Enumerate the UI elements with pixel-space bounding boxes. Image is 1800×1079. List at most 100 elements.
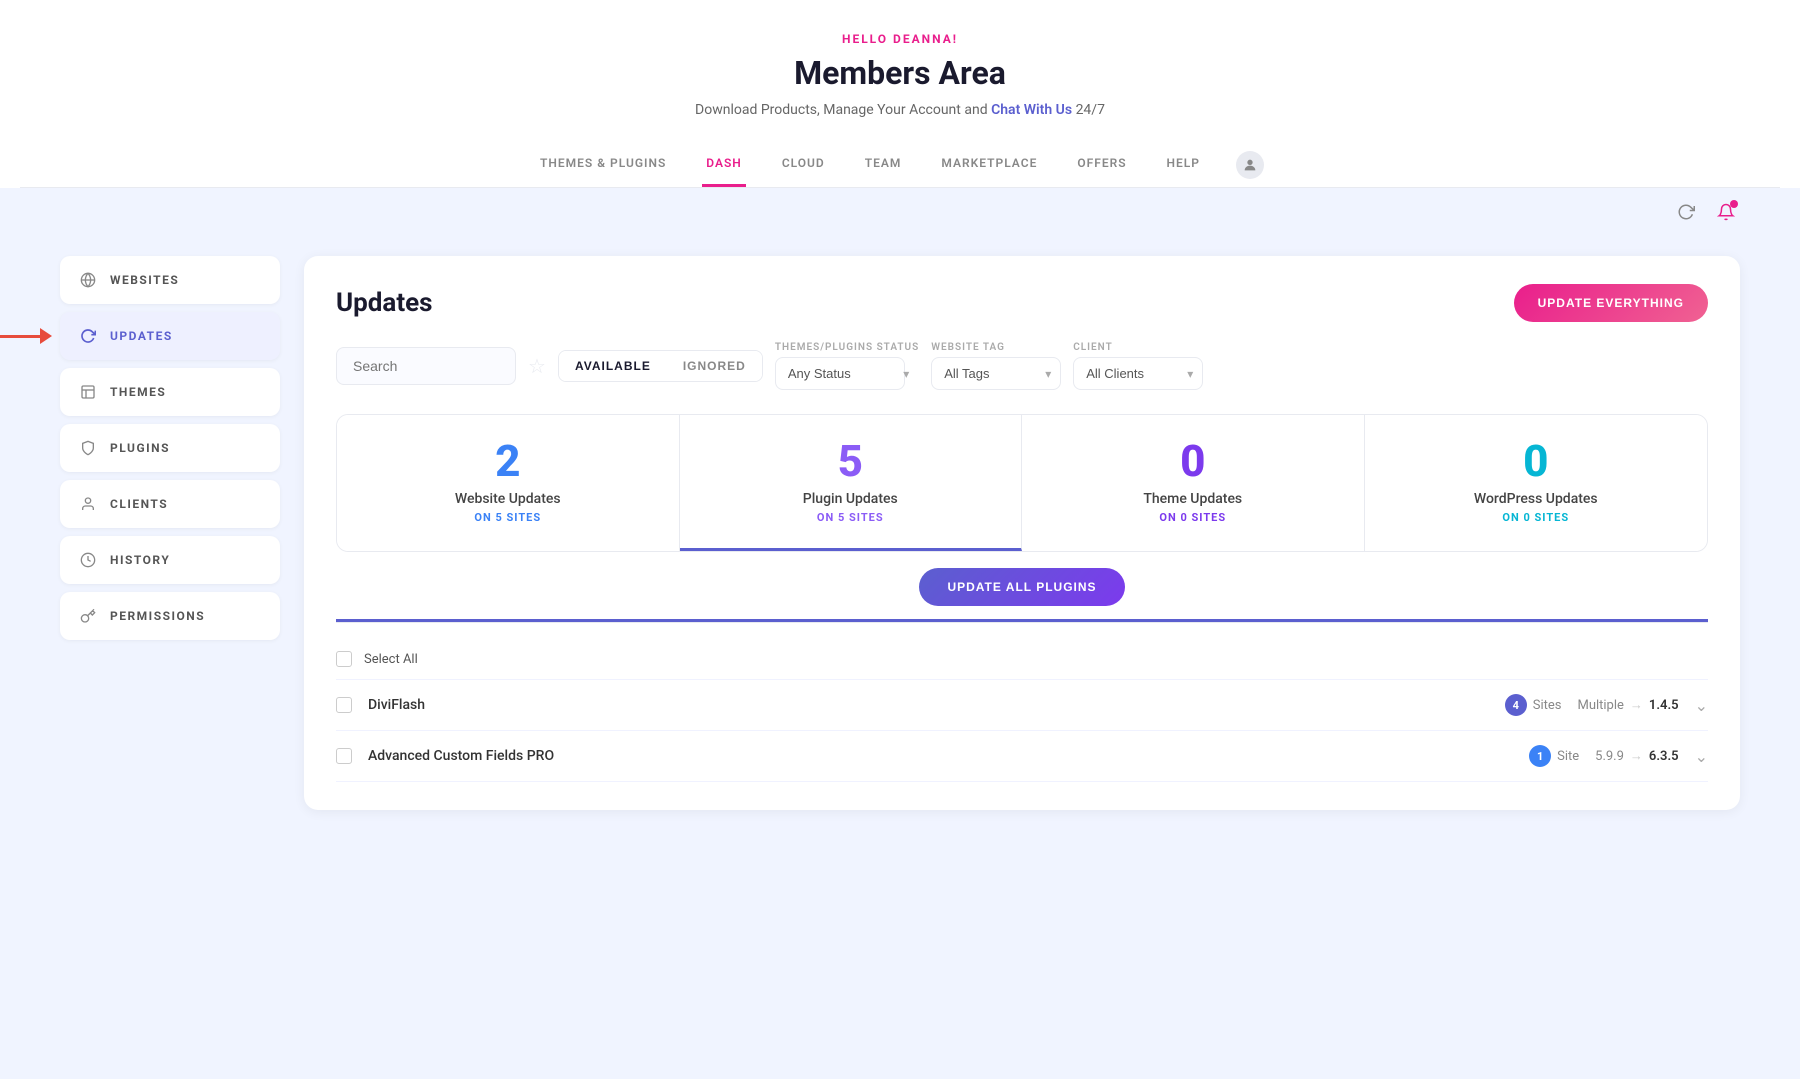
website-updates-label: Website Updates (357, 491, 659, 507)
plugin-acf-version: 5.9.9 → 6.3.5 (1595, 748, 1678, 764)
toggle-ignored[interactable]: IGNORED (667, 351, 762, 381)
sidebar-item-clients[interactable]: CLIENTS (60, 480, 280, 528)
sidebar: WEBSITES UPDATES THEMES PLUGINS (60, 236, 280, 810)
plugin-updates-label: Plugin Updates (700, 491, 1002, 507)
wp-updates-sub: ON 0 SITES (1385, 511, 1688, 524)
nav-help[interactable]: HELP (1163, 142, 1204, 187)
plugin-updates-count: 5 (700, 439, 1002, 483)
select-all-checkbox[interactable] (336, 651, 352, 667)
sidebar-label-plugins: PLUGINS (110, 441, 170, 455)
plugin-diviflash-badge: 4 (1505, 694, 1527, 716)
version-to: 1.4.5 (1649, 698, 1679, 713)
chat-link[interactable]: Chat With Us (991, 102, 1072, 118)
sidebar-label-themes: THEMES (110, 385, 166, 399)
acf-version-to: 6.3.5 (1649, 749, 1679, 764)
sidebar-label-updates: UPDATES (110, 329, 173, 343)
updates-card: Updates UPDATE EVERYTHING ☆ AVAILABLE IG… (304, 256, 1740, 810)
stat-website-updates[interactable]: 2 Website Updates ON 5 SITES (337, 415, 680, 551)
key-icon (78, 606, 98, 626)
hello-greeting: HELLO DEANNA! (20, 32, 1780, 46)
website-updates-count: 2 (357, 439, 659, 483)
clock-icon (78, 550, 98, 570)
status-filter-select[interactable]: Any Status (775, 357, 905, 390)
theme-updates-label: Theme Updates (1042, 491, 1344, 507)
arrow-icon-acf: → (1630, 748, 1643, 764)
update-all-plugins-button[interactable]: UPDATE ALL PLUGINS (919, 568, 1124, 606)
nav-themes-plugins[interactable]: THEMES & PLUGINS (536, 142, 670, 187)
notification-dot (1730, 200, 1738, 208)
filter-row: ☆ AVAILABLE IGNORED THEMES/PLUGINS STATU… (336, 342, 1708, 390)
plugin-acf-checkbox[interactable] (336, 748, 352, 764)
sidebar-item-websites[interactable]: WEBSITES (60, 256, 280, 304)
plugin-acf-badge: 1 (1529, 745, 1551, 767)
website-updates-sub: ON 5 SITES (357, 511, 659, 524)
plugin-diviflash-version: Multiple → 1.4.5 (1577, 697, 1678, 713)
acf-version-from: 5.9.9 (1595, 749, 1624, 764)
status-filter-label: THEMES/PLUGINS STATUS (775, 342, 919, 353)
nav-dash[interactable]: DASH (702, 142, 746, 187)
client-filter-group: CLIENT All Clients (1073, 342, 1203, 390)
nav-offers[interactable]: OFFERS (1073, 142, 1130, 187)
client-filter-label: CLIENT (1073, 342, 1203, 353)
stats-row: 2 Website Updates ON 5 SITES 5 Plugin Up… (336, 414, 1708, 552)
search-input[interactable] (336, 347, 516, 385)
star-filter-icon[interactable]: ☆ (528, 354, 546, 378)
theme-updates-sub: ON 0 SITES (1042, 511, 1344, 524)
layout-icon (78, 382, 98, 402)
sidebar-item-plugins[interactable]: PLUGINS (60, 424, 280, 472)
arrow-icon: → (1630, 697, 1643, 713)
refresh-icon-updates (78, 326, 98, 346)
sidebar-item-updates[interactable]: UPDATES (60, 312, 280, 360)
page-title: Members Area (20, 54, 1780, 92)
plugin-diviflash-sites-label: Sites (1533, 698, 1562, 713)
plugin-acf-name: Advanced Custom Fields PRO (368, 748, 1513, 764)
nav-marketplace[interactable]: MARKETPLACE (937, 142, 1041, 187)
tag-filter-group: WEBSITE TAG All Tags (931, 342, 1061, 390)
subtitle: Download Products, Manage Your Account a… (20, 102, 1780, 118)
plugin-row-acf: Advanced Custom Fields PRO 1 Site 5.9.9 … (336, 731, 1708, 782)
sidebar-item-history[interactable]: HISTORY (60, 536, 280, 584)
update-plugins-area: UPDATE ALL PLUGINS (336, 552, 1708, 623)
stat-wp-updates[interactable]: 0 WordPress Updates ON 0 SITES (1365, 415, 1708, 551)
status-toggle: AVAILABLE IGNORED (558, 350, 763, 382)
notification-icon[interactable] (1712, 198, 1740, 226)
main-content: Updates UPDATE EVERYTHING ☆ AVAILABLE IG… (304, 236, 1740, 810)
select-all-label: Select All (364, 652, 418, 667)
update-everything-button[interactable]: UPDATE EVERYTHING (1514, 284, 1708, 322)
stat-plugin-updates[interactable]: 5 Plugin Updates ON 5 SITES (680, 415, 1023, 551)
client-filter-select[interactable]: All Clients (1073, 357, 1203, 390)
profile-icon[interactable] (1236, 151, 1264, 179)
sidebar-item-themes[interactable]: THEMES (60, 368, 280, 416)
plugin-acf-sites-label: Site (1557, 749, 1579, 764)
plugin-diviflash-checkbox[interactable] (336, 697, 352, 713)
user-icon (78, 494, 98, 514)
toggle-available[interactable]: AVAILABLE (559, 351, 667, 381)
version-from: Multiple (1577, 698, 1623, 713)
sidebar-item-permissions[interactable]: PERMISSIONS (60, 592, 280, 640)
nav-cloud[interactable]: CLOUD (778, 142, 829, 187)
arrow-indicator (0, 328, 52, 344)
sidebar-label-permissions: PERMISSIONS (110, 609, 205, 623)
sidebar-label-history: HISTORY (110, 553, 170, 567)
select-all-row: Select All (336, 639, 1708, 680)
theme-updates-count: 0 (1042, 439, 1344, 483)
plugin-diviflash-sites: 4 Sites (1505, 694, 1562, 716)
expand-icon-acf[interactable]: ⌄ (1695, 747, 1708, 766)
updates-title: Updates (336, 288, 433, 318)
plugin-diviflash-name: DiviFlash (368, 697, 1489, 713)
stat-theme-updates[interactable]: 0 Theme Updates ON 0 SITES (1022, 415, 1365, 551)
plugin-row-diviflash: DiviFlash 4 Sites Multiple → 1.4.5 ⌄ (336, 680, 1708, 731)
wp-updates-label: WordPress Updates (1385, 491, 1688, 507)
globe-icon (78, 270, 98, 290)
shield-icon (78, 438, 98, 458)
expand-icon-diviflash[interactable]: ⌄ (1695, 696, 1708, 715)
nav-team[interactable]: TEAM (861, 142, 906, 187)
sidebar-label-clients: CLIENTS (110, 497, 168, 511)
plugin-acf-sites: 1 Site (1529, 745, 1579, 767)
tag-filter-select[interactable]: All Tags (931, 357, 1061, 390)
refresh-icon[interactable] (1672, 198, 1700, 226)
plugin-updates-sub: ON 5 SITES (700, 511, 1002, 524)
status-filter-group: THEMES/PLUGINS STATUS Any Status (775, 342, 919, 390)
wp-updates-count: 0 (1385, 439, 1688, 483)
updates-header: Updates UPDATE EVERYTHING (336, 284, 1708, 322)
